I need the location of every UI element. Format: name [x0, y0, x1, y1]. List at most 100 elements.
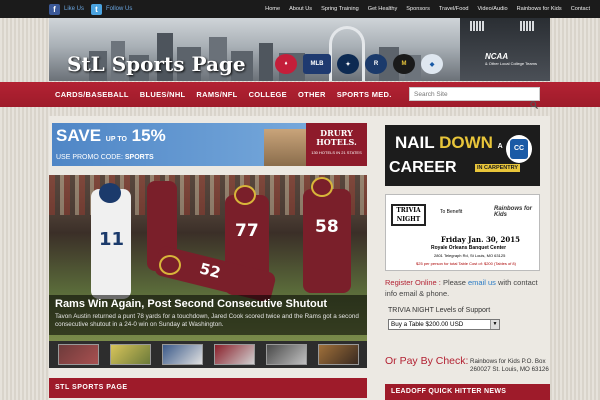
drury-logo[interactable]: DRURY HOTELS. 130 HOTELS IN 21 STATES — [306, 123, 367, 166]
rams-player: 11 — [91, 189, 131, 299]
trivia-price: $25 per person for total Table Cost of: … — [416, 261, 516, 266]
slider-thumbnail[interactable] — [266, 344, 307, 365]
stadium-image — [460, 18, 550, 81]
jersey-number: 52 — [197, 259, 223, 282]
twitter-follow-link[interactable]: t Follow Us — [91, 3, 132, 15]
nav-rams-nfl[interactable]: RAMS/NFL — [196, 90, 237, 99]
redskins-helmet — [234, 185, 256, 205]
topnav-rainbows[interactable]: Rainbows for Kids — [517, 6, 562, 12]
ad-save-label: SAVE — [56, 126, 102, 145]
slider-thumbnails — [49, 341, 367, 368]
topnav-home[interactable]: Home — [265, 6, 280, 12]
facebook-label: Like Us — [64, 6, 85, 12]
nav-cards-baseball[interactable]: CARDS/BASEBALL — [55, 90, 129, 99]
topnav-get-healthy[interactable]: Get Healthy — [368, 6, 398, 12]
rams-helmet — [99, 183, 121, 203]
jersey-number: 77 — [235, 221, 259, 241]
cardinals-logo: ♦ — [275, 54, 297, 74]
ad-promo: USE PROMO CODE: SPORTS — [56, 154, 154, 161]
support-levels-label: TRIVIA NIGHT Levels of Support — [388, 307, 491, 314]
jersey-number: 58 — [315, 217, 339, 237]
carpentry-career-ad[interactable]: NAIL DOWN A CAREER IN CARPENTRY CC — [385, 125, 540, 186]
ad-down: DOWN — [439, 133, 493, 152]
trivia-date: Friday Jan. 30, 2015 — [441, 235, 521, 244]
slu-logo: ◆ — [421, 54, 443, 74]
pay-by-check-label: Or Pay By Check: — [385, 355, 469, 367]
nav-college[interactable]: COLLEGE — [249, 90, 287, 99]
top-bar: f Like Us t Follow Us Home About Us Spri… — [0, 0, 600, 18]
ad-career: CAREER — [389, 159, 457, 176]
support-level-selected: Buy a Table $200.00 USD — [391, 321, 464, 328]
rainbows-kids-logo: Rainbows for Kids — [494, 206, 533, 218]
carpenters-shield-text: CC — [510, 139, 528, 159]
nav-sports-med[interactable]: SPORTS MED. — [337, 90, 392, 99]
slider-thumbnail[interactable] — [214, 344, 255, 365]
nav-blues-nhl[interactable]: BLUES/NHL — [140, 90, 186, 99]
chevron-down-icon[interactable]: ▼ — [490, 320, 499, 329]
slider-thumbnail[interactable] — [318, 344, 359, 365]
search-input[interactable] — [409, 87, 540, 101]
slider-thumbnail[interactable] — [162, 344, 203, 365]
mlb-logo: MLB — [303, 54, 331, 74]
ad-nail: NAIL — [395, 133, 435, 152]
ad-career-tag: IN CARPENTRY — [475, 164, 521, 172]
stadium-light — [470, 21, 484, 31]
topnav-spring-training[interactable]: Spring Training — [321, 6, 359, 12]
facebook-icon: f — [49, 3, 60, 15]
skyline-building — [259, 43, 273, 81]
ncaa-logo-text: NCAA — [485, 52, 509, 61]
blues-logo: ✦ — [337, 54, 359, 74]
register-label: Register Online : — [385, 278, 441, 287]
facebook-like-link[interactable]: f Like Us — [49, 3, 84, 15]
ad-percent: 15% — [131, 126, 166, 145]
header-banner[interactable]: StL Sports Page ♦ MLB ✦ R M ◆ NCAA & Oth… — [49, 18, 550, 81]
trivia-night-ad[interactable]: TRIVIA NIGHT To Benefit Rainbows for Kid… — [385, 194, 540, 271]
sidebar-section-header: LEADOFF QUICK HITTER NEWS — [385, 384, 550, 400]
topnav-sponsors[interactable]: Sponsors — [406, 6, 430, 12]
site-title: StL Sports Page — [67, 52, 246, 76]
jersey-number: 11 — [99, 229, 125, 250]
register-text1: Please — [442, 278, 466, 287]
topnav-contact[interactable]: Contact — [571, 6, 590, 12]
trivia-venue: Royale Orleans Banquet Center — [431, 245, 507, 251]
ad-save-text: SAVE UP TO 15% — [56, 126, 166, 146]
slider-thumbnail[interactable] — [110, 344, 151, 365]
redskins-player: 58 — [303, 189, 351, 293]
topnav-video-audio[interactable]: Video/Audio — [478, 6, 508, 12]
team-logos: ♦ MLB ✦ R M ◆ — [275, 54, 443, 74]
register-text: Register Online : Please email us with c… — [385, 277, 545, 299]
ncaa-logo: NCAA & Other Local College Teams — [485, 52, 537, 66]
ad-nail-down-text: NAIL DOWN A — [395, 133, 503, 153]
featured-summary: Tavon Austin returned a punt 78 yards fo… — [55, 313, 359, 328]
top-nav: Home About Us Spring Training Get Health… — [265, 0, 590, 18]
pay-by-check-address: Rainbows for Kids P.O. Box 260027 St. Lo… — [470, 358, 549, 373]
nav-other[interactable]: OTHER — [298, 90, 326, 99]
redskins-helmet — [311, 177, 333, 197]
topnav-travel-food[interactable]: Travel/Food — [439, 6, 469, 12]
mizzou-logo: M — [393, 54, 415, 74]
featured-headline[interactable]: Rams Win Again, Post Second Consecutive … — [55, 298, 327, 310]
search-icon[interactable] — [530, 101, 538, 109]
to-benefit: To Benefit — [440, 209, 463, 215]
slider-thumbnail[interactable] — [58, 344, 99, 365]
support-level-select[interactable]: Buy a Table $200.00 USD ▼ — [388, 319, 500, 330]
topnav-about[interactable]: About Us — [289, 6, 312, 12]
twitter-icon: t — [91, 3, 102, 15]
section-title: STL SPORTS PAGE — [55, 384, 128, 391]
ad-promo-code: SPORTS — [124, 154, 154, 161]
trivia-logo: TRIVIA NIGHT — [391, 204, 426, 226]
drury-brand: DRURY HOTELS. — [316, 128, 357, 147]
section-header: STL SPORTS PAGE — [49, 378, 367, 398]
ad-tag-a: A — [497, 143, 503, 150]
drury-brand-sub: 130 HOTELS IN 21 STATES — [311, 150, 362, 155]
ad-upto: UP TO — [105, 136, 127, 143]
featured-story-caption[interactable]: Rams Win Again, Post Second Consecutive … — [49, 295, 367, 335]
email-us-link[interactable]: email us — [468, 278, 496, 287]
stadium-light — [520, 21, 534, 31]
redskins-helmet — [159, 255, 181, 275]
ncaa-logo-sub: & Other Local College Teams — [485, 61, 537, 66]
rams-logo: R — [365, 54, 387, 74]
sidebar-section-title: LEADOFF QUICK HITTER NEWS — [391, 388, 507, 395]
twitter-label: Follow Us — [106, 6, 133, 12]
trivia-address: 2801 Telegraph Rd, St Louis, MO 63125 — [434, 253, 506, 258]
